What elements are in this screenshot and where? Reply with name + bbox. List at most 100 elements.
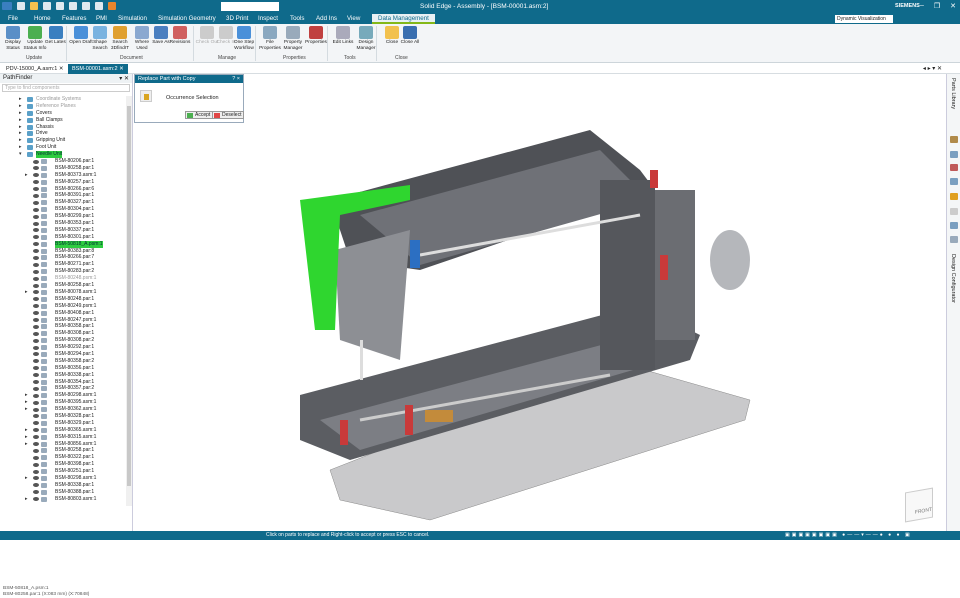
visibility-icon[interactable]	[33, 476, 39, 481]
visibility-icon[interactable]	[33, 255, 39, 260]
view-icon[interactable]	[95, 2, 103, 10]
tab-inspect[interactable]: Inspect	[258, 15, 278, 22]
tree-item[interactable]: BSM-80408.par:1	[0, 310, 125, 317]
tree-scrollbar[interactable]	[126, 96, 132, 506]
tab-add-ins[interactable]: Add Ins	[316, 15, 337, 22]
expand-icon[interactable]: ▸	[25, 475, 30, 482]
parts-library-tab[interactable]: Parts Library	[950, 78, 956, 109]
tree-item[interactable]: BSM-80354.par:1	[0, 379, 125, 386]
tree-item[interactable]: BSM-80308.par:1	[0, 330, 125, 337]
tree-item[interactable]: BSM-80329.par:1	[0, 420, 125, 427]
expand-icon[interactable]: ▸	[19, 110, 24, 117]
tab-pmi[interactable]: PMI	[96, 15, 107, 22]
solid-edge-logo-icon[interactable]	[2, 2, 12, 10]
tree-item[interactable]: ▸ BSM-80315.asm:1	[0, 434, 125, 441]
visibility-icon[interactable]	[33, 414, 39, 419]
visibility-icon[interactable]	[33, 228, 39, 233]
expand-icon[interactable]: ▸	[25, 399, 30, 406]
tool-icon-1[interactable]	[950, 136, 958, 143]
property-manager-button[interactable]: Property Manager	[281, 26, 305, 51]
tree-item[interactable]: ▸ BSM-80395.asm:1	[0, 399, 125, 406]
status-bar-tools[interactable]: ▣▣▣▣▣▣▣▣ ●——▾——● ● ● ▣	[785, 531, 912, 540]
design-configurator-tab[interactable]: Design Configurator	[950, 254, 956, 303]
visibility-icon[interactable]	[33, 428, 39, 433]
tree-item[interactable]: ▸ BSM-80365.asm:1	[0, 427, 125, 434]
one-step-workflow-button[interactable]: One Step Workflow	[232, 26, 256, 51]
tree-item[interactable]: BSM-80322.par:1	[0, 454, 125, 461]
tool-icon-2[interactable]	[950, 151, 958, 158]
visibility-icon[interactable]	[33, 276, 39, 281]
tree-item[interactable]: BSM-80266.par:7	[0, 254, 125, 261]
tree-item[interactable]: ▸ BSM-80803.asm:1	[0, 496, 125, 503]
visibility-icon[interactable]	[33, 290, 39, 295]
visibility-icon[interactable]	[33, 393, 39, 398]
tree-item[interactable]: BSM-50818_A.psm:1	[0, 240, 125, 248]
redo-icon[interactable]	[82, 2, 90, 10]
tree-item[interactable]: ▸ BSM-80298.asm:1	[0, 392, 125, 399]
sewing-machine-model[interactable]	[134, 74, 946, 531]
tab-3d-print[interactable]: 3D Print	[226, 15, 248, 22]
close-all-button[interactable]: Close All	[398, 26, 422, 46]
tree-item[interactable]: ▸ BSM-80362.asm:1	[0, 406, 125, 413]
tree-item[interactable]: ▸ Ball Clamps	[0, 117, 125, 124]
visibility-icon[interactable]	[33, 297, 39, 302]
visibility-icon[interactable]	[33, 331, 39, 336]
visibility-icon[interactable]	[33, 359, 39, 364]
tree-item[interactable]: ▸ BSM-80078.asm:1	[0, 289, 125, 296]
tree-item[interactable]: BSM-80358.par:1	[0, 323, 125, 330]
tree-item[interactable]: BSM-80301.par:1	[0, 234, 125, 241]
tab-nav-controls[interactable]: ◂ ▸ ▾ ✕	[923, 65, 942, 72]
file-properties-button[interactable]: File Properties	[258, 26, 282, 51]
tree-item[interactable]: BSM-80391.par:1	[0, 192, 125, 199]
tree-item[interactable]: BSM-80357.par:2	[0, 385, 125, 392]
tab-features[interactable]: Features	[62, 15, 86, 22]
expand-icon[interactable]: ▸	[19, 124, 24, 131]
visibility-icon[interactable]	[33, 311, 39, 316]
get-latest-button[interactable]: Get Latest	[44, 26, 68, 46]
visibility-icon[interactable]	[33, 345, 39, 350]
visibility-icon[interactable]	[33, 180, 39, 185]
visibility-icon[interactable]	[33, 352, 39, 357]
expand-icon[interactable]: ▸	[25, 427, 30, 434]
tree-item[interactable]: ▸ Covers	[0, 110, 125, 117]
tree-item[interactable]: BSM-80358.par:2	[0, 358, 125, 365]
occurrence-selection-icon[interactable]	[140, 90, 152, 102]
undo-icon[interactable]	[69, 2, 77, 10]
print-icon[interactable]	[56, 2, 64, 10]
tree-item[interactable]: ▸ Coordinate Systems	[0, 96, 125, 103]
search-3dfindit-button[interactable]: Search 3DfindIT	[108, 26, 132, 51]
tool-icon-7[interactable]	[950, 222, 958, 229]
component-search-input[interactable]: Type to find components	[2, 84, 130, 92]
tree-item[interactable]: BSM-80271.par:1	[0, 261, 125, 268]
expand-icon[interactable]: ▾	[19, 151, 24, 158]
visibility-icon[interactable]	[33, 400, 39, 405]
tree-item[interactable]: BSM-80283.par:2	[0, 268, 125, 275]
visibility-icon[interactable]	[33, 338, 39, 343]
visibility-icon[interactable]	[33, 166, 39, 171]
visibility-icon[interactable]	[33, 380, 39, 385]
expand-icon[interactable]: ▸	[25, 496, 30, 503]
tree-item[interactable]: ▸ BSM-80298.asm:1	[0, 475, 125, 482]
tree-item[interactable]: BSM-80304.par:1	[0, 206, 125, 213]
open-icon[interactable]	[30, 2, 38, 10]
visibility-icon[interactable]	[33, 324, 39, 329]
tree-item[interactable]: BSM-80206.par:1	[0, 158, 125, 165]
expand-icon[interactable]: ▸	[25, 434, 30, 441]
deselect-button[interactable]: Deselect	[212, 111, 245, 119]
new-icon[interactable]	[17, 2, 25, 10]
tree-item[interactable]: BSM-80308.par:2	[0, 337, 125, 344]
expand-icon[interactable]: ▸	[19, 96, 24, 103]
tree-item[interactable]: BSM-80248.par:1	[0, 296, 125, 303]
restore-button[interactable]: ❐	[934, 2, 940, 10]
tab-simulation[interactable]: Simulation	[118, 15, 147, 22]
pathfinder-close-icon[interactable]: ▾ ✕	[119, 75, 129, 82]
minimize-button[interactable]: –	[920, 2, 924, 10]
expand-icon[interactable]: ▸	[19, 144, 24, 151]
visibility-icon[interactable]	[33, 242, 39, 247]
tree-item[interactable]: ▸ Foot Unit	[0, 144, 125, 151]
dialog-close-button[interactable]: ×	[237, 76, 240, 82]
tree-item[interactable]: BSM-80356.par:1	[0, 365, 125, 372]
visibility-icon[interactable]	[33, 462, 39, 467]
visibility-icon[interactable]	[33, 235, 39, 240]
tab-view[interactable]: View	[347, 15, 360, 22]
